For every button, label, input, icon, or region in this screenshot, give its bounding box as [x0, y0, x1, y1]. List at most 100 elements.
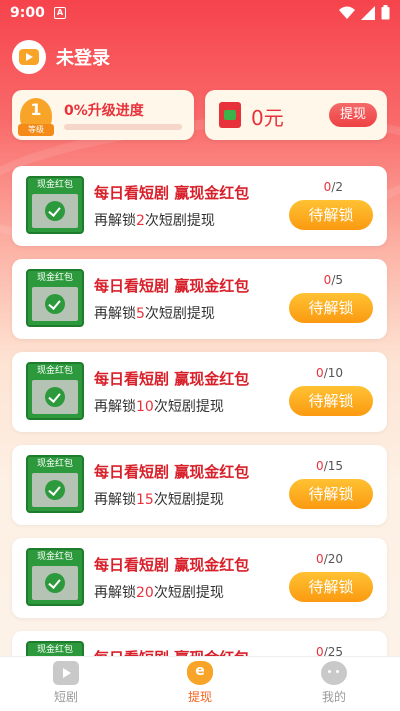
envelope-body: [32, 380, 78, 414]
task-progress-count: 0/10: [316, 366, 343, 380]
unlock-button[interactable]: 待解锁: [289, 386, 373, 416]
thumbnail-caption: 现金红包: [36, 645, 73, 655]
task-count-current: 0: [316, 459, 324, 473]
system-icons: [339, 5, 390, 20]
thumbnail-caption: 现金红包: [36, 459, 73, 469]
unlock-button[interactable]: 待解锁: [289, 572, 373, 602]
signal-icon: [361, 5, 375, 20]
thumbnail-caption: 现金红包: [36, 552, 73, 562]
task-sub-number: 10: [136, 399, 154, 415]
task-card[interactable]: 现金红包 每日看短剧 赢现金红包 再解锁5次短剧提现 0/5 待解锁: [12, 259, 387, 339]
balance-amount: 0元: [251, 106, 284, 130]
level-badge: 1 等级: [18, 98, 54, 136]
withdraw-button[interactable]: 提现: [329, 103, 377, 127]
balance-card: 0元 提现: [205, 90, 387, 140]
wechat-check-icon: [45, 387, 65, 407]
unlock-button[interactable]: 待解锁: [289, 293, 373, 323]
task-progress-count: 0/20: [316, 552, 343, 566]
task-sub-number: 2: [136, 213, 145, 229]
task-sub-suffix: 次短剧提现: [144, 306, 215, 322]
task-title: 每日看短剧 赢现金红包: [94, 370, 250, 388]
red-envelope-icon: [219, 102, 241, 128]
task-sub-number: 20: [136, 585, 154, 601]
task-title: 每日看短剧 赢现金红包: [94, 184, 250, 202]
unlock-button[interactable]: 待解锁: [289, 479, 373, 509]
upgrade-progress-bar: [64, 124, 182, 130]
task-subtitle: 再解锁15次短剧提现: [94, 489, 224, 509]
task-sub-number: 5: [136, 306, 145, 322]
money-bag-icon: [187, 661, 213, 685]
task-progress-count: 0/2: [324, 180, 343, 194]
wechat-check-icon: [45, 294, 65, 314]
task-sub-suffix: 次短剧提现: [153, 399, 224, 415]
task-count-current: 0: [316, 552, 324, 566]
header: 未登录: [12, 40, 110, 74]
envelope-body: [32, 473, 78, 507]
tab-label: 我的: [321, 690, 346, 704]
thumbnail-caption: 现金红包: [36, 273, 73, 283]
task-title: 每日看短剧 赢现金红包: [94, 463, 250, 481]
task-progress-count: 0/5: [324, 273, 343, 287]
wechat-check-icon: [45, 573, 65, 593]
upgrade-progress-label: 0%升级进度: [64, 103, 144, 119]
task-sub-suffix: 次短剧提现: [144, 213, 215, 229]
login-status[interactable]: 未登录: [56, 44, 110, 70]
tab-label: 短剧: [53, 690, 78, 704]
cash-red-envelope-thumbnail: 现金红包: [26, 269, 84, 327]
task-progress-count: 0/15: [316, 459, 343, 473]
level-card[interactable]: 1 等级 0%升级进度: [12, 90, 194, 140]
task-sub-prefix: 再解锁: [94, 492, 136, 508]
task-title: 每日看短剧 赢现金红包: [94, 277, 250, 295]
envelope-body: [32, 287, 78, 321]
task-sub-number: 15: [136, 492, 154, 508]
unlock-button[interactable]: 待解锁: [289, 200, 373, 230]
task-sub-prefix: 再解锁: [94, 213, 136, 229]
task-subtitle: 再解锁5次短剧提现: [94, 303, 215, 323]
task-subtitle: 再解锁10次短剧提现: [94, 396, 224, 416]
wechat-check-icon: [45, 201, 65, 221]
status-time: 9:00: [10, 5, 45, 21]
task-card[interactable]: 现金红包 每日看短剧 赢现金红包 再解锁15次短剧提现 0/15 待解锁: [12, 445, 387, 525]
tab-withdraw[interactable]: 提现: [160, 661, 240, 705]
task-subtitle: 再解锁20次短剧提现: [94, 582, 224, 602]
task-card[interactable]: 现金红包 每日看短剧 赢现金红包 再解锁20次短剧提现 0/20 待解锁: [12, 538, 387, 618]
task-title: 每日看短剧 赢现金红包: [94, 556, 250, 574]
task-sub-suffix: 次短剧提现: [153, 492, 224, 508]
envelope-body: [32, 566, 78, 600]
envelope-body: [32, 194, 78, 228]
task-count-total: /5: [331, 273, 343, 287]
task-sub-prefix: 再解锁: [94, 399, 136, 415]
task-count-total: /20: [323, 552, 343, 566]
tv-icon: [53, 661, 79, 685]
profile-icon: [321, 661, 347, 685]
task-card[interactable]: 现金红包 每日看短剧 赢现金红包 再解锁2次短剧提现 0/2 待解锁: [12, 166, 387, 246]
status-bar: 9:00 A: [0, 0, 400, 28]
cash-red-envelope-thumbnail: 现金红包: [26, 455, 84, 513]
task-card[interactable]: 现金红包 每日看短剧 赢现金红包 再解锁10次短剧提现 0/10 待解锁: [12, 352, 387, 432]
cash-red-envelope-thumbnail: 现金红包: [26, 548, 84, 606]
avatar[interactable]: [12, 40, 46, 74]
tab-bar: 短剧 提现 我的: [0, 656, 400, 711]
task-count-total: /10: [323, 366, 343, 380]
level-number: 1: [30, 100, 42, 119]
cash-red-envelope-thumbnail: 现金红包: [26, 176, 84, 234]
cash-red-envelope-thumbnail: 现金红包: [26, 362, 84, 420]
tab-short-drama[interactable]: 短剧: [26, 661, 106, 705]
thumbnail-caption: 现金红包: [36, 180, 73, 190]
battery-icon: [381, 5, 390, 20]
task-count-current: 0: [316, 366, 324, 380]
tab-mine[interactable]: 我的: [294, 661, 374, 705]
level-label: 等级: [18, 124, 54, 136]
wifi-icon: [339, 6, 355, 19]
task-sub-prefix: 再解锁: [94, 306, 136, 322]
tab-label: 提现: [187, 690, 212, 704]
wechat-check-icon: [45, 480, 65, 500]
task-count-total: /15: [323, 459, 343, 473]
notification-a-icon: A: [54, 7, 66, 19]
task-sub-prefix: 再解锁: [94, 585, 136, 601]
task-sub-suffix: 次短剧提现: [153, 585, 224, 601]
thumbnail-caption: 现金红包: [36, 366, 73, 376]
task-count-total: /2: [331, 180, 343, 194]
app-logo-icon: [19, 49, 39, 65]
task-subtitle: 再解锁2次短剧提现: [94, 210, 215, 230]
